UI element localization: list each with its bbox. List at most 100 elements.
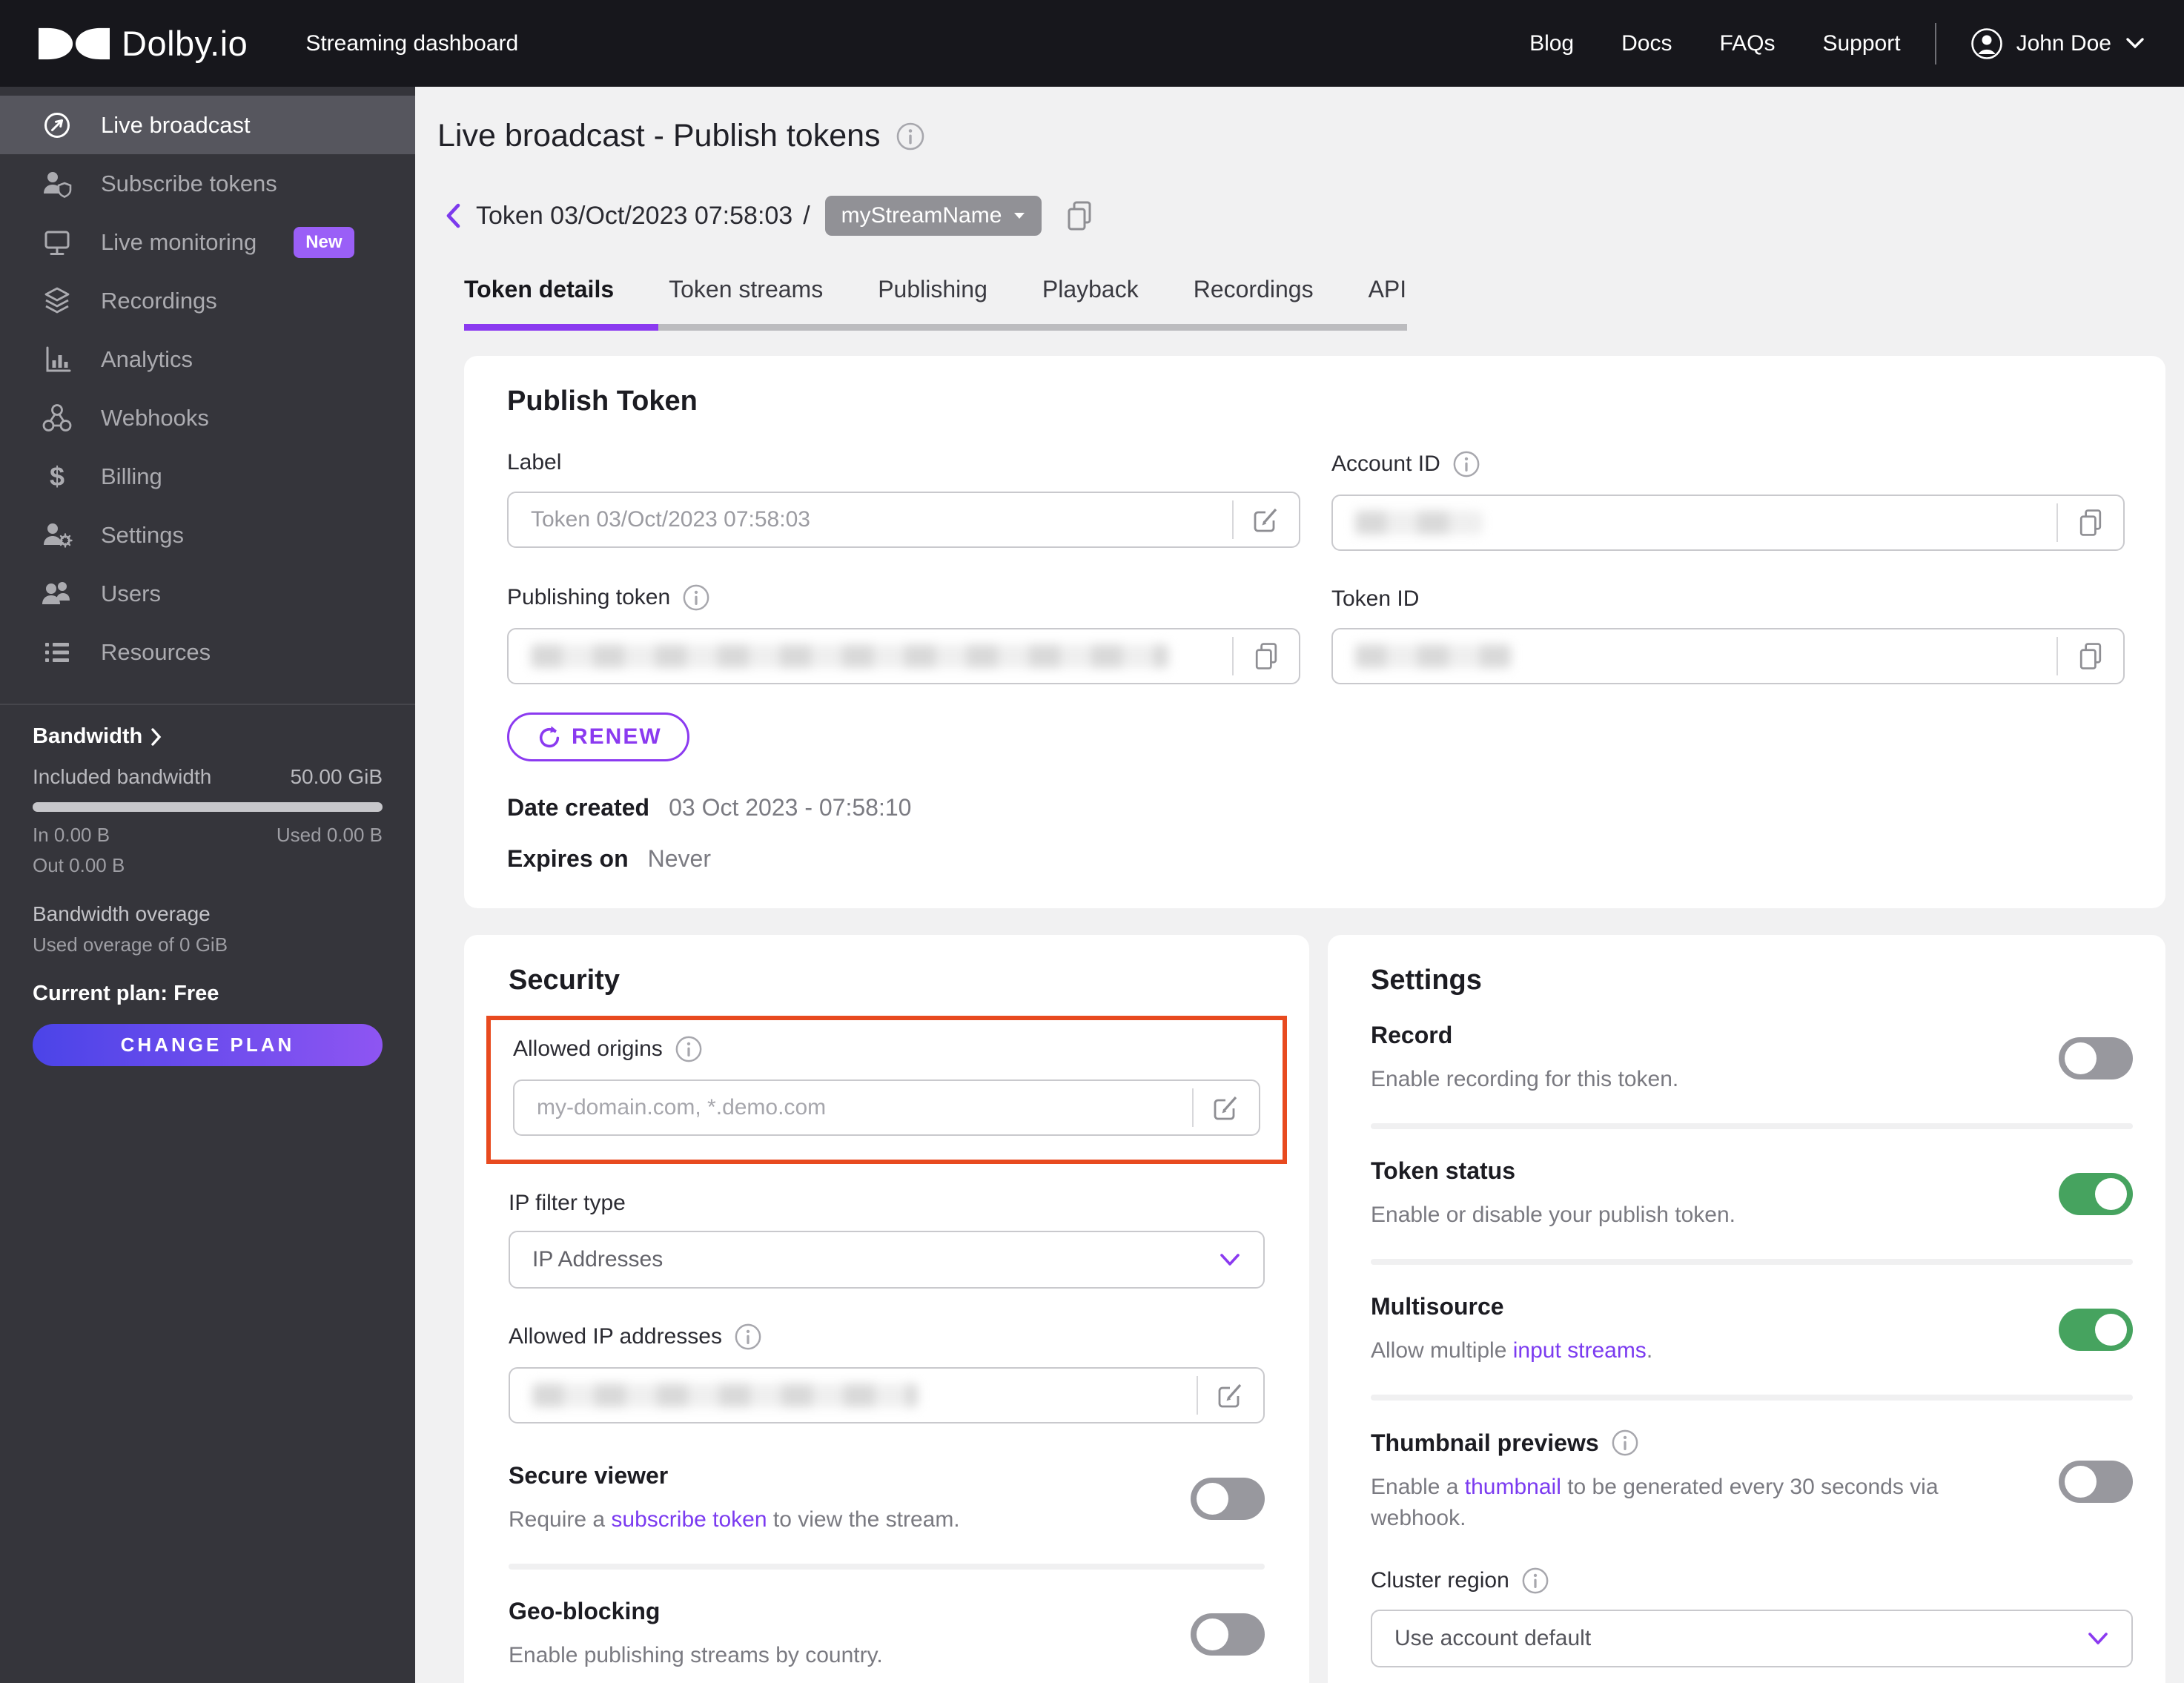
nav-blog[interactable]: Blog [1529,31,1574,56]
tab-api[interactable]: API [1369,276,1407,306]
token-status-toggle[interactable] [2059,1173,2133,1215]
tab-recordings[interactable]: Recordings [1194,276,1314,306]
allowed-origins-input[interactable]: my-domain.com, *.demo.com [513,1079,1260,1136]
nav-faqs[interactable]: FAQs [1719,31,1775,56]
sidebar-item-resources[interactable]: Resources [0,623,415,681]
secure-viewer-toggle[interactable] [1191,1478,1265,1520]
tab-token-streams[interactable]: Token streams [669,276,823,306]
publishing-token-info-icon[interactable] [682,583,710,612]
breadcrumb-token-name[interactable]: Token 03/Oct/2023 07:58:03 [476,202,792,231]
sidebar-item-label: Subscribe tokens [101,170,277,196]
copy-publishing-token-icon[interactable] [1234,629,1299,683]
included-bandwidth-label: Included bandwidth [33,765,212,788]
thumbnail-previews-info-icon[interactable] [1611,1429,1639,1457]
multisource-toggle[interactable] [2059,1309,2133,1351]
account-id-input[interactable] [1331,495,2125,551]
edit-label-icon[interactable] [1234,493,1299,546]
copy-token-id-icon[interactable] [2058,629,2123,683]
user-menu[interactable]: John Doe [1970,27,2145,60]
input-streams-link[interactable]: input streams [1513,1338,1647,1363]
tab-publishing[interactable]: Publishing [878,276,987,306]
thumbnail-link[interactable]: thumbnail [1465,1475,1561,1499]
sidebar-item-label: Live broadcast [101,111,251,138]
chevron-down-icon [2125,36,2145,51]
recordings-icon [40,284,74,318]
main-content: Live broadcast - Publish tokens Token 03… [415,87,2184,1683]
sidebar-item-subscribe-tokens[interactable]: Subscribe tokens [0,154,415,213]
ip-filter-type-select[interactable]: IP Addresses [509,1231,1265,1289]
sidebar-item-live-monitoring[interactable]: Live monitoring New [0,213,415,271]
date-created-label: Date created [507,794,650,821]
new-badge: New [294,226,354,258]
allowed-origins-placeholder: my-domain.com, *.demo.com [537,1095,827,1120]
settings-icon [40,518,74,552]
record-toggle[interactable] [2059,1037,2133,1079]
sidebar-item-label: Webhooks [101,404,209,431]
record-row: Record Enable recording for this token. [1371,1022,2133,1095]
geo-blocking-toggle[interactable] [1191,1613,1265,1656]
edit-allowed-origins-icon[interactable] [1194,1081,1259,1134]
chevron-down-icon [2088,1633,2108,1644]
change-plan-button[interactable]: CHANGE PLAN [33,1024,383,1066]
thumbnail-previews-label: Thumbnail previews [1371,1429,1599,1456]
sidebar-item-billing[interactable]: $ Billing [0,447,415,506]
sidebar-item-live-broadcast[interactable]: Live broadcast [0,96,415,154]
expires-on-label: Expires on [507,845,629,872]
cluster-region-info-icon[interactable] [1521,1567,1549,1595]
bandwidth-used: Used 0.00 B [276,824,383,846]
dolby-logo[interactable]: Dolby.io [39,23,248,64]
divider [509,1564,1265,1570]
cluster-region-label: Cluster region [1371,1568,1509,1593]
secure-viewer-desc: Require a subscribe token to view the st… [509,1507,960,1532]
tab-token-details[interactable]: Token details [464,276,614,306]
stream-name-dropdown[interactable]: myStreamName [824,196,1042,236]
allowed-ip-input[interactable] [509,1367,1265,1424]
nav-docs[interactable]: Docs [1621,31,1672,56]
ip-filter-type-value: IP Addresses [532,1247,664,1272]
nav-support[interactable]: Support [1822,31,1900,56]
sidebar-item-analytics[interactable]: Analytics [0,330,415,388]
sidebar-item-recordings[interactable]: Recordings [0,271,415,330]
thumbnail-previews-row: Thumbnail previews Enable a thumbnail to… [1371,1429,2133,1534]
allowed-origins-info-icon[interactable] [675,1035,703,1063]
cluster-region-select[interactable]: Use account default [1371,1610,2133,1667]
bandwidth-in: In 0.00 B [33,824,110,846]
sidebar-item-label: Users [101,580,161,606]
sidebar-item-label: Analytics [101,345,193,372]
publishing-token-input[interactable] [507,628,1300,684]
copy-account-id-icon[interactable] [2058,496,2123,549]
sidebar-item-settings[interactable]: Settings [0,506,415,564]
token-id-label: Token ID [1331,586,1420,611]
token-id-input[interactable] [1331,628,2125,684]
redacted-publishing-token [531,644,1168,668]
geo-blocking-row: Geo-blocking Enable publishing streams b… [509,1598,1265,1671]
bandwidth-title[interactable]: Bandwidth [33,724,383,749]
active-tab-underline [464,324,658,331]
multisource-desc: Allow multiple input streams. [1371,1338,1653,1363]
page-title-info-icon[interactable] [896,122,925,151]
sidebar-item-webhooks[interactable]: Webhooks [0,388,415,447]
account-id-info-icon[interactable] [1452,450,1480,478]
breadcrumb: Token 03/Oct/2023 07:58:03 / myStreamNam… [443,196,2165,236]
current-plan: Current plan: Free [33,982,219,1005]
settings-card: Settings Record Enable recording for thi… [1328,935,2165,1683]
bandwidth-panel: Bandwidth Included bandwidth 50.00 GiB I… [0,724,415,1066]
subscribe-token-link[interactable]: subscribe token [611,1507,767,1532]
copy-stream-name-icon[interactable] [1062,199,1096,233]
sidebar: Live broadcast Subscribe tokens Live mon… [0,87,415,1683]
allowed-ip-info-icon[interactable] [734,1323,762,1351]
sidebar-item-users[interactable]: Users [0,564,415,623]
back-chevron-icon[interactable] [443,202,463,229]
header-divider [1934,22,1936,65]
label-input[interactable]: Token 03/Oct/2023 07:58:03 [507,492,1300,548]
renew-button[interactable]: RENEW [507,712,689,761]
tab-playback[interactable]: Playback [1042,276,1139,306]
redacted-token-id [1355,644,1511,668]
thumbnail-previews-toggle[interactable] [2059,1460,2133,1503]
expires-on-value: Never [647,845,711,872]
edit-allowed-ip-icon[interactable] [1198,1369,1263,1422]
token-status-label: Token status [1371,1157,1515,1184]
sidebar-item-label: Recordings [101,287,217,314]
divider [1371,1259,2133,1265]
included-bandwidth-value: 50.00 GiB [290,765,383,788]
